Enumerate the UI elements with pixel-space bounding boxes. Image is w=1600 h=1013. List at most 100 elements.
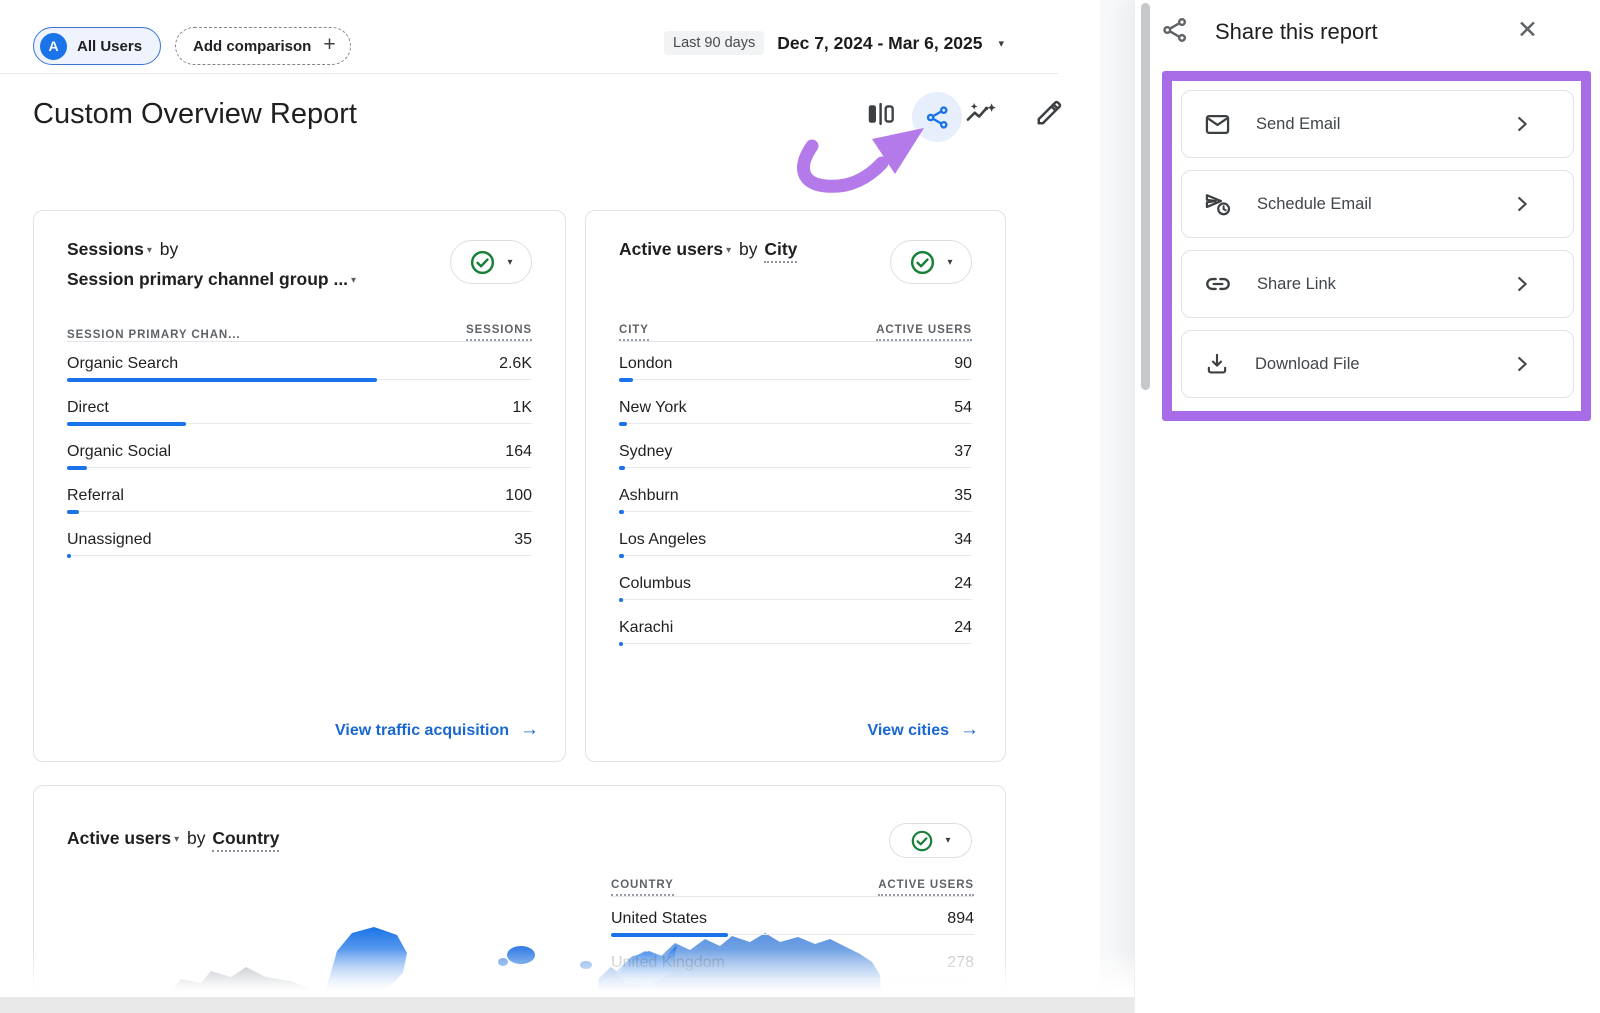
caret-down-icon: ▾ [507, 257, 512, 268]
check-circle-icon [909, 249, 936, 276]
value-bar [619, 642, 623, 646]
by-word: by [187, 828, 205, 848]
table-row: Organic Search 2.6K [67, 342, 532, 386]
schedule-send-icon [1204, 190, 1232, 218]
column-header-dimension[interactable]: COUNTRY [611, 879, 674, 896]
chevron-right-icon [1511, 273, 1533, 295]
table-body: Organic Search 2.6K Direct 1K Organic So… [67, 341, 532, 562]
download-icon [1204, 351, 1230, 377]
caret-down-icon: ▾ [945, 835, 950, 846]
card-active-users-by-country: Active users▾ by Country ▾ [33, 785, 1006, 1013]
scrollbar-thumb[interactable] [1141, 3, 1150, 390]
column-header-dimension[interactable]: CITY [619, 324, 649, 341]
value-bar [619, 598, 623, 602]
dimension-selector[interactable]: Session primary channel group ... [67, 269, 348, 289]
table-row: Los Angeles 34 [619, 518, 972, 562]
value-bar [619, 510, 624, 514]
avatar: A [40, 33, 67, 60]
table-row: Ashburn 35 [619, 474, 972, 518]
panel-gutter [1100, 0, 1134, 1013]
caret-down-icon: ▾ [999, 37, 1005, 50]
value-bar [67, 510, 79, 514]
caret-down-icon: ▾ [947, 257, 952, 268]
insights-icon[interactable] [964, 99, 998, 129]
table-row: London 90 [619, 342, 972, 386]
bottom-scroll-strip [0, 997, 1134, 1013]
metric-selector[interactable]: Active users [619, 239, 723, 259]
card-title[interactable]: Active users▾ by City [619, 235, 885, 265]
value-bar [67, 466, 87, 470]
arrow-right-icon: → [520, 719, 539, 741]
table-row: Direct 1K [67, 386, 532, 430]
audience-chip-all-users[interactable]: A All Users [33, 27, 161, 65]
value-bar [619, 422, 627, 426]
panel-title: Share this report [1215, 19, 1378, 45]
table-row: New York 54 [619, 386, 972, 430]
share-report-button[interactable] [912, 92, 962, 142]
dimension-selector[interactable]: City [764, 239, 797, 263]
caret-down-icon: ▾ [726, 245, 731, 256]
close-icon[interactable]: ✕ [1517, 14, 1538, 46]
table-body: London 90 New York 54 Sydney 37 [619, 341, 972, 650]
caret-down-icon: ▾ [174, 834, 179, 845]
data-quality-badge[interactable]: ▾ [450, 240, 532, 284]
view-cities-link[interactable]: View cities → [867, 720, 979, 741]
add-comparison-label: Add comparison [193, 38, 311, 55]
by-word: by [160, 239, 178, 259]
share-link-option[interactable]: Share Link [1181, 250, 1574, 318]
column-header-metric[interactable]: ACTIVE USERS [878, 879, 974, 896]
value-bar [67, 422, 186, 426]
page-title: Custom Overview Report [33, 98, 357, 131]
caret-down-icon: ▾ [351, 275, 356, 286]
edit-icon[interactable] [1034, 98, 1064, 128]
table-row: United States 894 [611, 897, 974, 941]
table-row: Columbus 24 [619, 562, 972, 606]
card-title[interactable]: Sessions▾ by Session primary channel gro… [67, 235, 445, 295]
chevron-right-icon [1511, 193, 1533, 215]
topbar-divider [0, 73, 1058, 74]
table-row: Karachi 24 [619, 606, 972, 650]
mail-icon [1204, 111, 1231, 138]
metric-selector[interactable]: Sessions [67, 239, 144, 259]
share-panel: Share this report ✕ Send Email [1134, 0, 1600, 1013]
table-row: United Kingdom 278 [611, 941, 974, 985]
app-window: A All Users Add comparison + Last 90 day… [0, 0, 1600, 1013]
check-circle-icon [469, 249, 496, 276]
value-bar [619, 554, 624, 558]
chevron-right-icon [1511, 353, 1533, 375]
value-bar [619, 378, 633, 382]
link-icon [1204, 270, 1232, 298]
send-email-option[interactable]: Send Email [1181, 90, 1574, 158]
audience-chip-label: All Users [77, 38, 142, 55]
card-active-users-by-city: Active users▾ by City ▾ CITY ACTIVE USER… [585, 210, 1006, 762]
card-sessions-by-channel: Sessions▾ by Session primary channel gro… [33, 210, 566, 762]
value-bar [611, 933, 728, 937]
dimension-selector[interactable]: Country [212, 828, 279, 852]
column-header-dimension[interactable]: SESSION PRIMARY CHAN... [67, 329, 240, 341]
table-row: Organic Social 164 [67, 430, 532, 474]
caret-down-icon: ▾ [147, 245, 152, 256]
schedule-email-option[interactable]: Schedule Email [1181, 170, 1574, 238]
date-preset-badge: Last 90 days [664, 31, 764, 55]
value-bar [619, 466, 625, 470]
date-range-picker[interactable]: Last 90 days Dec 7, 2024 - Mar 6, 2025 ▾ [664, 31, 1004, 55]
data-quality-badge[interactable]: ▾ [890, 240, 972, 284]
by-word: by [739, 239, 757, 259]
check-circle-icon [910, 829, 934, 853]
data-quality-badge[interactable]: ▾ [889, 823, 972, 858]
metric-selector[interactable]: Active users [67, 828, 171, 848]
annotation-highlight-box: Send Email Schedule Email [1162, 71, 1591, 421]
card-title[interactable]: Active users▾ by Country [67, 824, 885, 854]
column-header-metric[interactable]: ACTIVE USERS [876, 324, 972, 341]
table-row: Unassigned 35 [67, 518, 532, 562]
chevron-right-icon [1511, 113, 1533, 135]
comparison-icon[interactable] [866, 100, 896, 128]
share-icon [925, 105, 950, 130]
share-icon [1161, 16, 1189, 49]
view-traffic-acquisition-link[interactable]: View traffic acquisition → [335, 720, 539, 741]
country-table: COUNTRY ACTIVE USERS United States 894 U… [611, 872, 974, 985]
add-comparison-button[interactable]: Add comparison + [175, 27, 351, 65]
column-header-metric[interactable]: SESSIONS [466, 324, 532, 341]
arrow-right-icon: → [960, 719, 979, 741]
download-file-option[interactable]: Download File [1181, 330, 1574, 398]
